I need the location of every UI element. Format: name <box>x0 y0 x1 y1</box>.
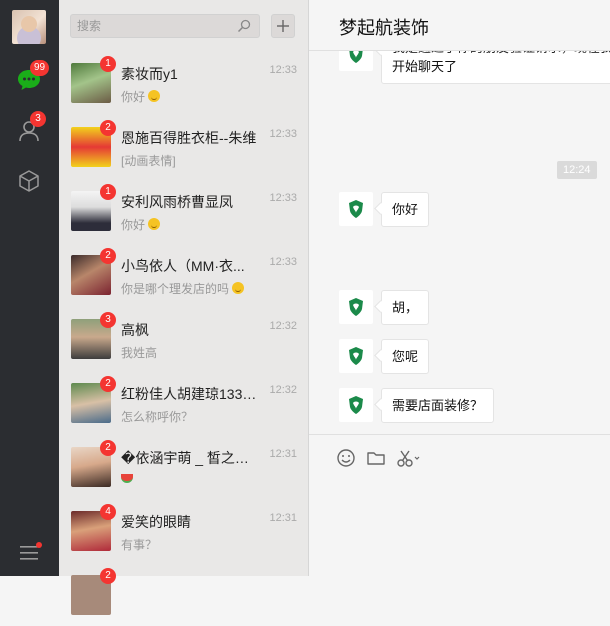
shield-logo-icon <box>349 396 363 414</box>
scissors-icon[interactable] <box>396 448 422 468</box>
message-time: 12:33 <box>269 192 297 204</box>
conversation-item[interactable]: 1 素妆而y1 12:33 你好 <box>59 50 309 114</box>
unread-badge: 2 <box>100 568 116 584</box>
contact-avatar <box>339 290 373 324</box>
wechat-window: 99 3 搜索 1 素妆而y1 12:33 你好 2 恩施百得胜衣柜--朱维 1… <box>0 0 610 615</box>
message-time: 12:32 <box>269 320 297 332</box>
contacts-unread-badge: 3 <box>30 111 46 127</box>
folder-icon[interactable] <box>366 448 386 468</box>
conversation-item[interactable]: 2 红粉佳人胡建琼1334... 12:32 怎么称呼你？ <box>59 370 309 434</box>
search-input[interactable] <box>77 15 227 37</box>
message-bubble: 胡， <box>381 290 430 325</box>
conversation-list: 1 素妆而y1 12:33 你好 2 恩施百得胜衣柜--朱维 12:33 [动画… <box>59 0 309 615</box>
contact-name: 爱笑的眼睛 <box>121 514 191 530</box>
conversation-item[interactable]: 4 爱笑的眼睛 12:31 有事？ <box>59 498 309 562</box>
unread-badge: 2 <box>100 376 116 392</box>
message-time: 12:33 <box>269 64 297 76</box>
message-time: 12:31 <box>269 448 297 460</box>
contact-avatar <box>339 192 373 226</box>
unread-badge: 2 <box>100 440 116 456</box>
chat-tab-button[interactable]: 99 <box>14 60 50 95</box>
message-preview <box>121 472 291 486</box>
message-time: 12:31 <box>269 512 297 524</box>
message-time: 12:32 <box>269 384 297 396</box>
shield-logo-icon <box>349 298 363 316</box>
message-bubble: 您呢 <box>381 339 430 374</box>
contact-name: 恩施百得胜衣柜--朱维 <box>121 130 257 146</box>
conversation-item[interactable]: 2 �依涵宇萌 _ 皙之密� 12:31 <box>59 434 309 498</box>
smile-emoji-icon <box>148 218 161 230</box>
contact-name: 红粉佳人胡建琼1334... <box>121 386 261 402</box>
conversation-item[interactable]: 1 安利风雨桥曹显凤 12:33 你好 <box>59 178 309 242</box>
plus-icon <box>277 20 289 32</box>
watermelon-emoji-icon <box>121 474 133 483</box>
contact-name: 小鸟依人（MM·衣... <box>121 258 245 274</box>
unread-badge: 2 <box>100 248 116 264</box>
message-history[interactable]: 我是通过了你的朋友验证请求，现在我开始聊天了 12:24 你好 胡， 您呢 <box>309 51 610 434</box>
add-button[interactable] <box>271 14 295 38</box>
nav-rail: 99 3 <box>0 0 59 576</box>
message-preview: 你好 <box>121 216 291 233</box>
menu-notification-dot <box>36 542 42 548</box>
message-preview: 你是哪个理发店的吗 <box>121 280 291 297</box>
smile-emoji-icon <box>232 282 245 294</box>
conversation-item[interactable]: 2 <box>59 562 309 626</box>
message-preview: 怎么称呼你？ <box>121 410 194 424</box>
smile-emoji-icon <box>148 90 161 102</box>
message-bubble: 我是通过了你的朋友验证请求，现在我开始聊天了 <box>381 51 610 84</box>
unread-badge: 2 <box>100 120 116 136</box>
chat-unread-badge: 99 <box>30 60 50 76</box>
unread-badge: 1 <box>100 56 116 72</box>
contact-avatar <box>339 51 373 71</box>
search-icon[interactable] <box>237 19 251 33</box>
contact-name: 高枫 <box>121 322 149 338</box>
search-box[interactable] <box>70 14 260 38</box>
chat-pane: 梦起航装饰 我是通过了你的朋友验证请求，现在我开始聊天了 12:24 你好 <box>309 0 610 576</box>
favorites-tab-button[interactable] <box>14 166 44 196</box>
message-timestamp: 12:24 <box>557 161 597 179</box>
message-preview: [动画表情] <box>121 154 176 168</box>
message-time: 12:33 <box>269 128 297 140</box>
composer-divider <box>309 434 610 435</box>
conversation-item[interactable]: 2 小鸟依人（MM·衣... 12:33 你是哪个理发店的吗 <box>59 242 309 306</box>
my-avatar[interactable] <box>12 10 46 44</box>
message-preview: 你好 <box>121 88 291 105</box>
contact-avatar <box>339 339 373 373</box>
cube-icon <box>19 170 39 192</box>
message-preview: 我姓高 <box>121 346 158 360</box>
conversation-item[interactable]: 3 高枫 12:32 我姓高 <box>59 306 309 370</box>
message-bubble: 需要店面装修？ <box>381 388 495 423</box>
conversation-item[interactable]: 2 恩施百得胜衣柜--朱维 12:33 [动画表情] <box>59 114 309 178</box>
unread-badge: 1 <box>100 184 116 200</box>
contact-name: 素妆而y1 <box>121 66 178 82</box>
shield-logo-icon <box>349 347 363 365</box>
shield-logo-icon <box>349 200 363 218</box>
contact-name: �依涵宇萌 _ 皙之密� <box>121 450 261 466</box>
message-preview: 有事？ <box>121 538 158 552</box>
chat-title: 梦起航装饰 <box>339 18 429 38</box>
contacts-tab-button[interactable]: 3 <box>14 111 46 146</box>
shield-logo-icon <box>349 51 363 63</box>
contact-avatar <box>339 388 373 422</box>
unread-badge: 3 <box>100 312 116 328</box>
emoji-icon[interactable] <box>336 448 356 468</box>
unread-badge: 4 <box>100 504 116 520</box>
contact-name: 安利风雨桥曹显凤 <box>121 194 233 210</box>
message-bubble: 你好 <box>381 192 430 227</box>
message-time: 12:33 <box>269 256 297 268</box>
